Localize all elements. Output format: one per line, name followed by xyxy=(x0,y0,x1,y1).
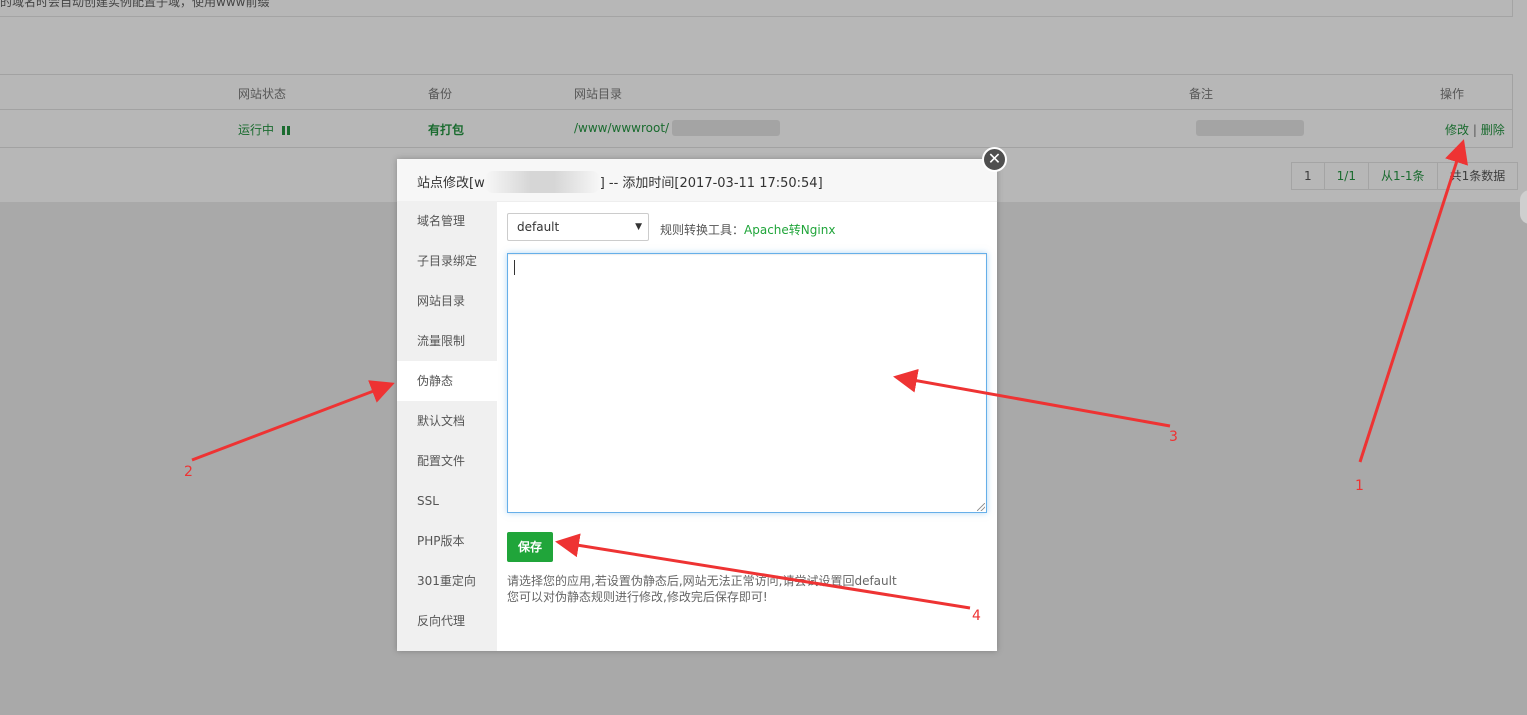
site-dir-link[interactable]: /www/wwwroot/ xyxy=(574,121,669,135)
redacted-note xyxy=(1196,120,1304,136)
redacted-domain xyxy=(484,170,600,193)
annotation-3: 3 xyxy=(1169,429,1178,445)
rewrite-rules-textarea[interactable] xyxy=(507,253,987,513)
top-notice: 的域名时会自动创建实例配置子域，使用www前缀 xyxy=(0,0,1513,17)
status-text: 运行中 xyxy=(238,123,275,137)
nav-ssl[interactable]: SSL xyxy=(397,481,497,521)
annotation-1: 1 xyxy=(1355,478,1364,494)
backup-link[interactable]: 有打包 xyxy=(428,121,464,138)
convert-tool-label: 规则转换工具：Apache转Nginx xyxy=(660,223,836,237)
modal-side-nav: 域名管理 子目录绑定 网站目录 流量限制 伪静态 默认文档 配置文件 SSL P… xyxy=(397,201,497,651)
action-separator: | xyxy=(1472,123,1477,137)
modal-title-bar: 站点修改[w] -- 添加时间[2017-03-11 17:50:54] xyxy=(397,159,997,202)
nav-default-doc[interactable]: 默认文档 xyxy=(397,401,497,441)
page-range: 从1-1条 xyxy=(1367,162,1438,190)
apache-to-nginx-link[interactable]: Apache转Nginx xyxy=(744,223,835,237)
select-value: default xyxy=(517,220,560,234)
nav-php-version[interactable]: PHP版本 xyxy=(397,521,497,561)
nav-config-file[interactable]: 配置文件 xyxy=(397,441,497,481)
pause-icon xyxy=(281,124,290,138)
nav-301-redirect[interactable]: 301重定向 xyxy=(397,561,497,601)
edit-link[interactable]: 修改 xyxy=(1445,123,1469,137)
header-status: 网站状态 xyxy=(238,87,287,101)
side-toggle[interactable] xyxy=(1520,190,1527,224)
rewrite-template-select[interactable]: default ▼ xyxy=(507,213,649,241)
modal-title: 站点修改[w] -- 添加时间[2017-03-11 17:50:54] xyxy=(417,170,823,193)
page-total: 共1条数据 xyxy=(1436,162,1519,190)
arrow-2 xyxy=(191,380,395,462)
nav-traffic-limit[interactable]: 流量限制 xyxy=(397,321,497,361)
header-dir: 网站目录 xyxy=(574,87,623,101)
nav-domain[interactable]: 域名管理 xyxy=(397,201,497,241)
delete-link[interactable]: 删除 xyxy=(1481,123,1505,137)
tip-line-2: 您可以对伪静态规则进行修改,修改完后保存即可! xyxy=(507,590,768,604)
tip-line-1: 请选择您的应用,若设置伪静态后,网站无法正常访问,请尝试设置回default xyxy=(507,574,897,588)
save-button[interactable]: 保存 xyxy=(507,532,553,562)
page-of-total: 1/1 xyxy=(1323,162,1369,190)
annotation-2: 2 xyxy=(184,464,193,480)
annotation-4: 4 xyxy=(972,608,981,624)
redacted-dir xyxy=(672,120,780,136)
nav-reverse-proxy[interactable]: 反向代理 xyxy=(397,601,497,641)
nav-rewrite[interactable]: 伪静态 xyxy=(397,361,497,401)
nav-subdir[interactable]: 子目录绑定 xyxy=(397,241,497,281)
header-ops: 操作 xyxy=(1440,87,1465,101)
rewrite-panel: default ▼ 规则转换工具：Apache转Nginx 保存 请选择您的应用… xyxy=(497,201,997,651)
text-caret xyxy=(514,260,515,275)
site-table: 网站状态 备份 网站目录 备注 操作 运行中 有打包 /www/wwwroot/… xyxy=(0,74,1513,148)
site-edit-modal: 站点修改[w] -- 添加时间[2017-03-11 17:50:54] ✕ 域… xyxy=(397,147,1007,651)
pagination: 1 1/1 从1-1条 共1条数据 xyxy=(1291,162,1519,190)
status-running[interactable]: 运行中 xyxy=(238,121,290,138)
nav-site-dir[interactable]: 网站目录 xyxy=(397,281,497,321)
chevron-down-icon: ▼ xyxy=(635,222,642,232)
header-backup: 备份 xyxy=(428,87,453,101)
page-number[interactable]: 1 xyxy=(1291,162,1325,190)
header-note: 备注 xyxy=(1189,87,1214,101)
close-icon[interactable]: ✕ xyxy=(982,147,1007,172)
rewrite-tips: 请选择您的应用,若设置伪静态后,网站无法正常访问,请尝试设置回default 您… xyxy=(507,573,897,605)
resize-grip-icon[interactable] xyxy=(977,503,985,511)
row-actions: 修改 | 删除 xyxy=(1445,121,1505,138)
table-header: 网站状态 备份 网站目录 备注 操作 xyxy=(0,75,1512,110)
